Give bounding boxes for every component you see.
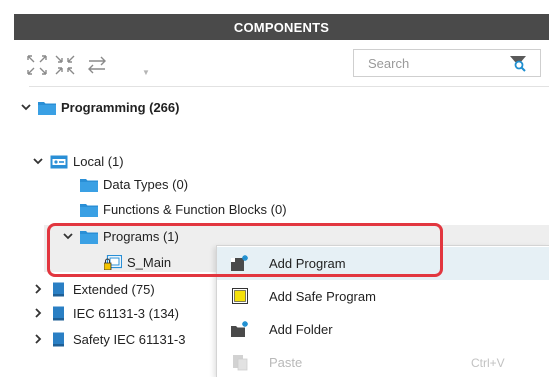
chevron-right-icon[interactable]: [32, 283, 44, 295]
tree-node-extended[interactable]: Extended (75): [32, 278, 155, 300]
tree-node-label: Local (1): [73, 153, 124, 169]
menu-item-add-folder[interactable]: Add Folder: [217, 313, 549, 346]
menu-item-shortcut: Ctrl+V: [471, 355, 505, 370]
expand-all-icon[interactable]: [26, 54, 48, 76]
library-book-icon: [50, 282, 68, 297]
tree-node-s-main[interactable]: S_Main: [104, 251, 171, 273]
chevron-down-icon[interactable]: [62, 230, 74, 242]
menu-item-label: Paste: [269, 355, 303, 370]
collapse-all-icon[interactable]: [54, 54, 76, 76]
menu-item-add-program[interactable]: Add Program: [217, 247, 549, 280]
tree-node-label: Data Types (0): [103, 176, 189, 192]
context-menu: Add Program Add Safe Program Add Folder …: [216, 245, 549, 377]
tree-node-label: IEC 61131-3 (134): [73, 305, 179, 321]
swap-arrows-icon[interactable]: [86, 54, 108, 76]
chevron-right-icon[interactable]: [32, 333, 44, 345]
toolbar-divider: [29, 86, 549, 87]
chevron-down-icon[interactable]: [32, 155, 44, 167]
filter-search-icon[interactable]: [509, 54, 527, 72]
menu-item-label: Add Program: [269, 256, 346, 271]
tree-node-label: Functions & Function Blocks (0): [103, 201, 287, 217]
menu-item-paste[interactable]: Paste Ctrl+V: [217, 346, 549, 377]
tree-node-label: Extended (75): [73, 281, 155, 297]
tree-node-label: Programs (1): [103, 228, 179, 244]
menu-item-label: Add Folder: [269, 322, 333, 337]
tree-node-safety-iec[interactable]: Safety IEC 61131-3: [32, 328, 186, 350]
folder-icon: [38, 100, 56, 115]
library-book-icon: [50, 306, 68, 321]
safe-program-icon: [230, 287, 250, 305]
tree-node-programming[interactable]: Programming (266): [20, 96, 179, 118]
chevron-right-icon[interactable]: [32, 307, 44, 319]
search-box[interactable]: [353, 49, 541, 77]
toolbar-overflow-caret-icon[interactable]: ▼: [142, 68, 150, 77]
paste-icon: [230, 353, 250, 371]
menu-item-add-safe-program[interactable]: Add Safe Program: [217, 280, 549, 313]
tree-node-data-types[interactable]: Data Types (0): [80, 173, 188, 195]
toolbar: ▼: [14, 40, 549, 92]
search-input[interactable]: [354, 50, 504, 76]
locked-program-icon: [104, 254, 122, 270]
chevron-down-icon[interactable]: [20, 101, 32, 113]
tree-node-iec[interactable]: IEC 61131-3 (134): [32, 302, 179, 324]
tree-node-label: S_Main: [127, 254, 172, 270]
add-folder-icon: [230, 320, 250, 338]
tree-node-functions[interactable]: Functions & Function Blocks (0): [80, 198, 287, 220]
folder-icon: [80, 202, 98, 217]
panel-title: COMPONENTS: [233, 19, 330, 35]
local-library-icon: [50, 154, 68, 169]
folder-icon: [80, 177, 98, 192]
tree-node-label: Programming (266): [61, 99, 180, 115]
add-program-icon: [230, 254, 250, 272]
menu-item-label: Add Safe Program: [269, 289, 376, 304]
tree-node-label: Safety IEC 61131-3: [73, 331, 186, 347]
library-book-icon: [50, 332, 68, 347]
tree-node-local[interactable]: Local (1): [32, 150, 124, 172]
panel-header: COMPONENTS: [14, 14, 549, 40]
tree-node-programs[interactable]: Programs (1): [62, 225, 179, 247]
folder-icon: [80, 229, 98, 244]
